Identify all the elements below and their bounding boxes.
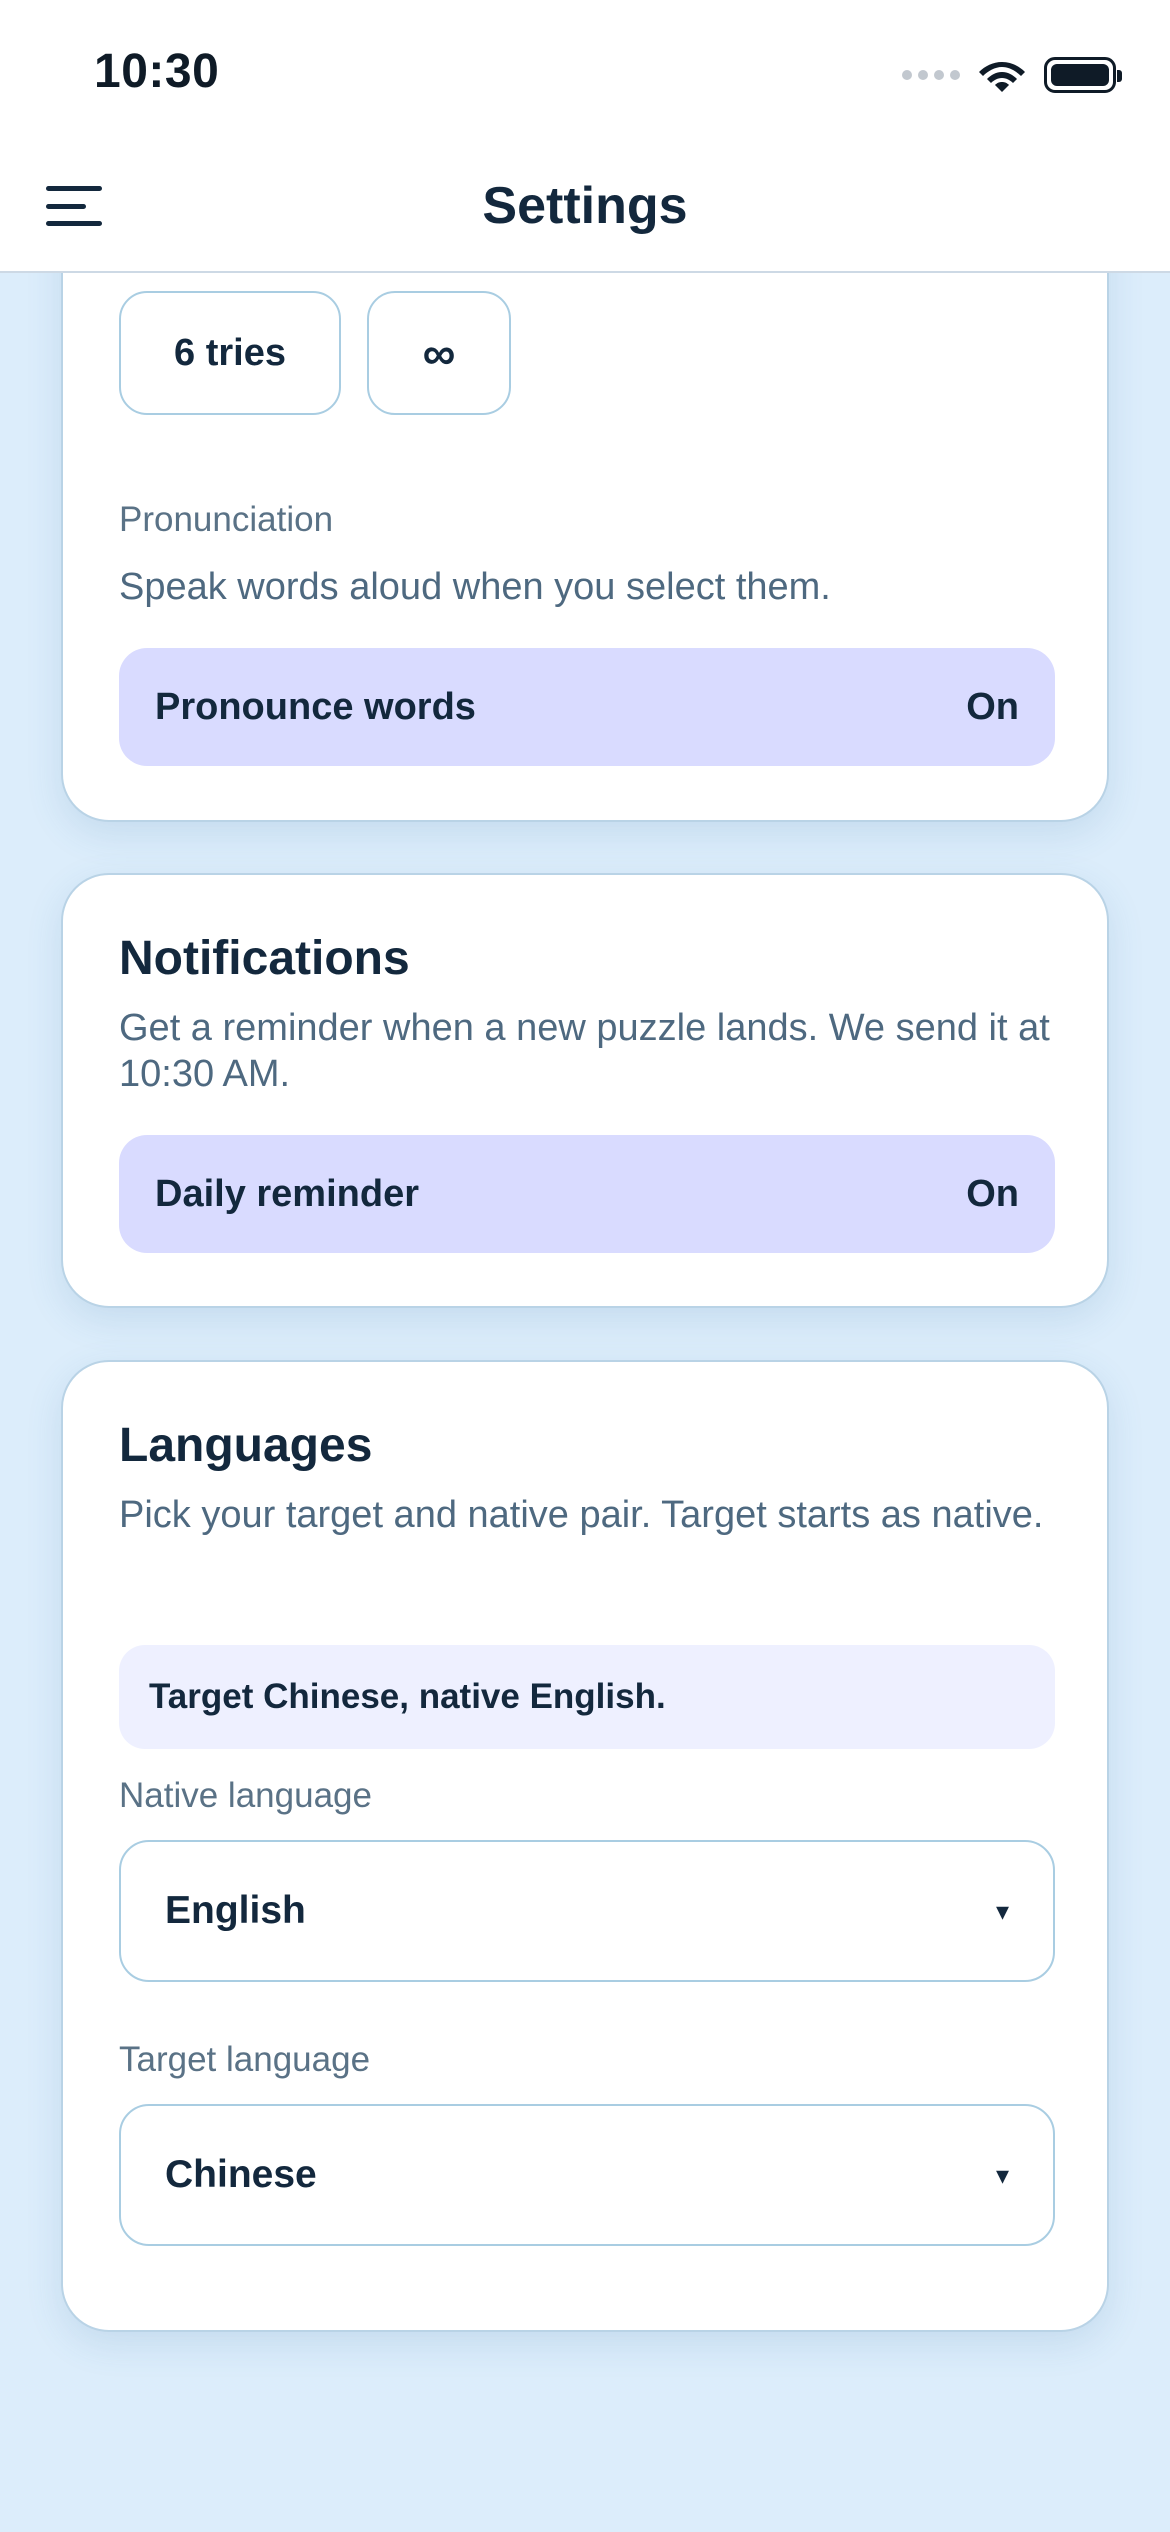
target-language-value: Chinese: [165, 2153, 317, 2196]
daily-reminder-label: Daily reminder: [155, 1172, 419, 1215]
daily-reminder-state: On: [966, 1172, 1019, 1215]
pronounce-words-label: Pronounce words: [155, 685, 476, 728]
tries-unlimited-option[interactable]: ∞: [367, 291, 511, 415]
notifications-title: Notifications: [119, 932, 410, 985]
pronounce-words-state: On: [966, 685, 1019, 728]
pronunciation-label: Pronunciation: [119, 500, 334, 539]
cellular-signal-icon: [902, 70, 960, 80]
settings-screen: 10:30 Settings 6 tries ∞ Pronunciation S…: [0, 0, 1170, 2532]
battery-icon: [1044, 57, 1122, 93]
language-summary: Target Chinese, native English.: [119, 1645, 1055, 1749]
notifications-card: Notifications Get a reminder when a new …: [61, 873, 1109, 1308]
native-language-select[interactable]: English ▾: [119, 1840, 1055, 1982]
languages-description: Pick your target and native pair. Target…: [119, 1494, 1044, 1536]
notifications-description: Get a reminder when a new puzzle lands. …: [119, 1007, 1050, 1095]
page-title: Settings: [482, 177, 688, 235]
daily-reminder-toggle[interactable]: Daily reminder On: [119, 1135, 1055, 1253]
languages-title: Languages: [119, 1419, 373, 1472]
target-language-label: Target language: [119, 2040, 371, 2079]
status-icons: [902, 50, 1122, 100]
target-language-select[interactable]: Chinese ▾: [119, 2104, 1055, 2246]
languages-card: Languages Pick your target and native pa…: [61, 1360, 1109, 2332]
dropdown-caret-icon: ▾: [995, 1895, 1009, 1926]
pronunciation-description: Speak words aloud when you select them.: [119, 566, 831, 608]
pronounce-words-toggle[interactable]: Pronounce words On: [119, 648, 1055, 766]
native-language-value: English: [165, 1889, 306, 1932]
wifi-icon: [979, 62, 1025, 92]
dropdown-caret-icon: ▾: [995, 2159, 1009, 2190]
game-settings-card: 6 tries ∞ Pronunciation Speak words alou…: [61, 190, 1109, 822]
native-language-label: Native language: [119, 1776, 372, 1815]
tries-6-option[interactable]: 6 tries: [119, 291, 341, 415]
status-time: 10:30: [94, 45, 220, 98]
top-bar: 10:30 Settings: [0, 0, 1170, 273]
